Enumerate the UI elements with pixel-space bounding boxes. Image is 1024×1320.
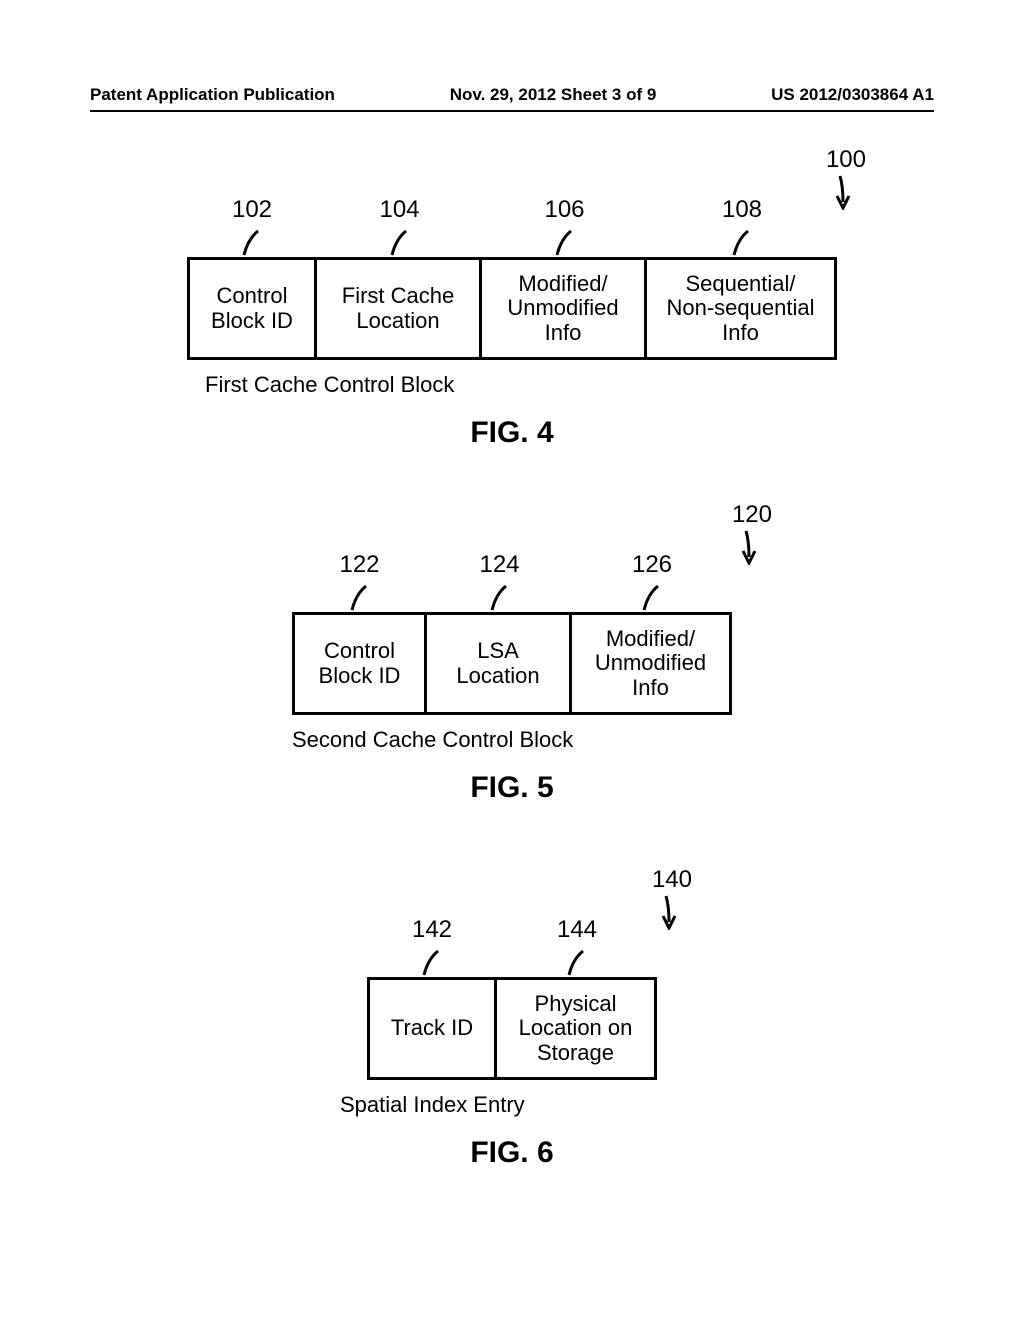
block-row: Control Block ID First Cache Location Mo… [0,257,1024,360]
figure-caption: First Cache Control Block [205,372,1024,398]
ref-126: 126 [572,551,732,579]
cell-control-block-id: Control Block ID [292,612,427,715]
ref-144: 144 [497,916,657,944]
header-rule [90,110,934,112]
header-left: Patent Application Publication [90,85,335,105]
block-row: Track ID Physical Location on Storage [0,977,1024,1080]
reference-lines [0,949,1024,977]
ref-108: 108 [647,196,837,224]
cell-text: Control Block ID [319,639,401,687]
ref-140-label: 140 [652,866,692,894]
lead-line-icon [420,949,444,977]
lead-line-icon [348,584,372,612]
down-arrow-icon [660,894,684,930]
figure-6: 140 142 144 Track ID Physical Location o… [0,870,1024,1170]
cell-text: Modified/ Unmodified Info [507,272,618,345]
down-arrow-icon [740,529,764,565]
ref-124: 124 [427,551,572,579]
figure-5: 120 122 124 126 Control Block ID LSA Loc… [0,505,1024,805]
figure-caption: Spatial Index Entry [340,1092,1024,1118]
reference-lines [0,584,1024,612]
cell-modified-unmodified: Modified/ Unmodified Info [482,257,647,360]
column-reference-numbers: 122 124 126 [0,551,1024,579]
lead-line-icon [553,229,577,257]
cell-physical-location: Physical Location on Storage [497,977,657,1080]
figure-4: 100 102 104 106 108 Control Block ID Fir… [0,150,1024,450]
header-center: Nov. 29, 2012 Sheet 3 of 9 [450,85,657,105]
cell-text: Modified/ Unmodified Info [595,627,706,700]
reference-lines [0,229,1024,257]
lead-line-icon [565,949,589,977]
overall-reference-number: 100 [826,146,866,217]
block-row: Control Block ID LSA Location Modified/ … [0,612,1024,715]
ref-142: 142 [367,916,497,944]
ref-122: 122 [292,551,427,579]
ref-104: 104 [317,196,482,224]
header-right: US 2012/0303864 A1 [771,85,934,105]
cell-text: Physical Location on Storage [519,992,633,1065]
figure-label: FIG. 6 [0,1136,1024,1170]
cell-first-cache-location: First Cache Location [317,257,482,360]
column-reference-numbers: 142 144 [0,916,1024,944]
cell-sequential-nonsequential: Sequential/ Non-sequential Info [647,257,837,360]
down-arrow-icon [834,174,858,210]
figure-label: FIG. 4 [0,416,1024,450]
cell-text: Control Block ID [211,284,293,332]
lead-line-icon [488,584,512,612]
page-header: Patent Application Publication Nov. 29, … [90,85,934,105]
cell-modified-unmodified: Modified/ Unmodified Info [572,612,732,715]
overall-reference-number: 120 [732,501,772,572]
cell-text: First Cache Location [342,284,454,332]
ref-100-label: 100 [826,146,866,174]
ref-120-label: 120 [732,501,772,529]
cell-text: LSA Location [456,639,539,687]
cell-track-id: Track ID [367,977,497,1080]
cell-lsa-location: LSA Location [427,612,572,715]
ref-102: 102 [187,196,317,224]
ref-106: 106 [482,196,647,224]
column-reference-numbers: 102 104 106 108 [0,196,1024,224]
lead-line-icon [730,229,754,257]
cell-text: Track ID [391,1016,473,1040]
figure-caption: Second Cache Control Block [292,727,1024,753]
figure-label: FIG. 5 [0,771,1024,805]
lead-line-icon [240,229,264,257]
overall-reference-number: 140 [652,866,692,937]
cell-text: Sequential/ Non-sequential Info [667,272,815,345]
lead-line-icon [640,584,664,612]
cell-control-block-id: Control Block ID [187,257,317,360]
lead-line-icon [388,229,412,257]
